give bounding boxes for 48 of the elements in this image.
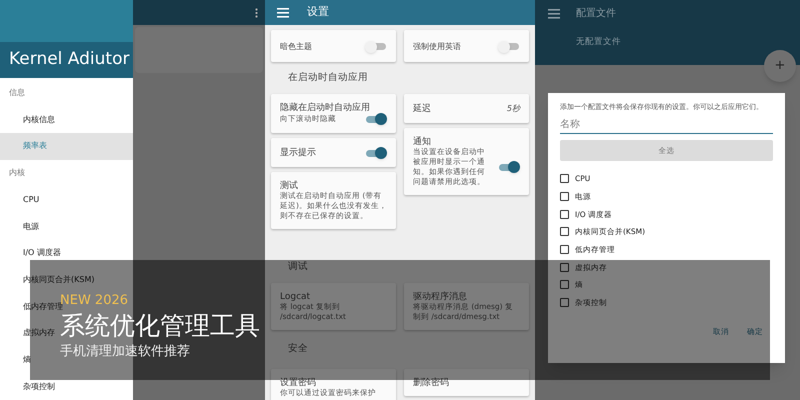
- toggle-switch[interactable]: [498, 161, 520, 173]
- checkbox[interactable]: [560, 298, 569, 308]
- drawer-item[interactable]: 频率表: [0, 133, 133, 160]
- drawer-item[interactable]: CPU: [23, 194, 40, 206]
- screen-title: 配置文件: [576, 6, 616, 21]
- section-title: 安全: [287, 342, 309, 356]
- menu-icon[interactable]: [277, 8, 289, 18]
- menu-icon[interactable]: [548, 8, 560, 18]
- toggle-switch[interactable]: [365, 113, 387, 125]
- add-button[interactable]: +: [764, 50, 796, 82]
- toggle-switch[interactable]: [365, 40, 387, 52]
- drawer-item[interactable]: 杂项控制: [23, 380, 55, 393]
- toggle-switch[interactable]: [365, 147, 387, 159]
- checkbox[interactable]: [560, 210, 569, 219]
- setting-label: 强制使用英语: [413, 40, 461, 52]
- section-title: 调试: [287, 260, 309, 274]
- drawer-item[interactable]: 虚拟内存: [23, 327, 55, 340]
- section-header: 内核: [8, 167, 26, 180]
- setting-title: 延迟: [413, 104, 431, 114]
- toggle-switch[interactable]: [498, 40, 520, 52]
- checkbox[interactable]: [560, 192, 569, 202]
- setting-title: 隐藏在启动时自动应用: [280, 103, 370, 113]
- checkbox[interactable]: [560, 262, 569, 272]
- setting-title: 测试: [280, 181, 298, 191]
- setting-title: Logcat: [280, 292, 310, 302]
- drawer-item[interactable]: 电源: [23, 220, 39, 233]
- name-field[interactable]: 名称: [560, 116, 773, 134]
- drawer-item[interactable]: 低内存管理: [23, 300, 63, 313]
- more-icon[interactable]: [255, 8, 258, 18]
- setting-title: 设置密码: [280, 378, 316, 388]
- setting-title: 显示提示: [280, 148, 316, 158]
- drawer-item[interactable]: 内核信息: [23, 114, 55, 126]
- checkbox[interactable]: [560, 280, 569, 290]
- setting-title: 删除密码: [413, 378, 449, 388]
- drawer-item[interactable]: 内核同页合并(KSM): [23, 274, 94, 286]
- checkbox[interactable]: [560, 174, 569, 184]
- section-title: 在启动时自动应用: [287, 70, 369, 85]
- checkbox[interactable]: [560, 245, 569, 254]
- drawer-item[interactable]: I/O 调度器: [23, 247, 61, 260]
- screen-title: 设置: [307, 4, 329, 20]
- empty-message: 无配置文件: [575, 36, 622, 49]
- setting-value: 5秒: [506, 103, 520, 115]
- checkbox[interactable]: [560, 227, 569, 236]
- app-title: Kernel Adiutor: [0, 42, 133, 78]
- setting-label: 暗色主题: [280, 40, 312, 52]
- section-header: 信息: [8, 87, 26, 100]
- setting-title: 驱动程序消息: [413, 292, 467, 302]
- setting-title: 通知: [413, 137, 431, 147]
